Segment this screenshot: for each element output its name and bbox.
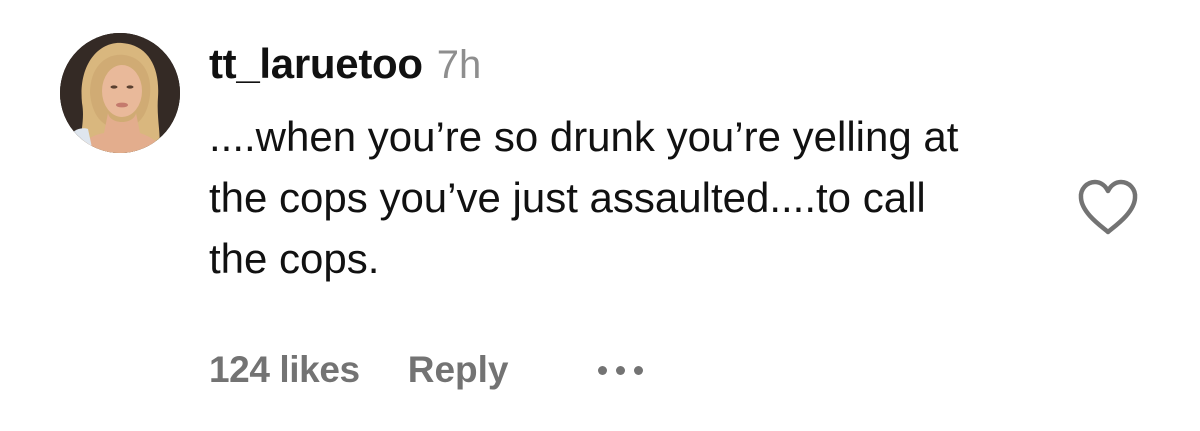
like-button[interactable]	[1076, 178, 1140, 238]
timestamp: 7h	[436, 43, 482, 87]
avatar[interactable]	[60, 33, 180, 153]
comment-actions: 124 likes Reply	[209, 342, 644, 398]
comment-body: tt_laruetoo 7h ....when you’re so drunk …	[209, 40, 1029, 289]
reply-button[interactable]: Reply	[408, 349, 509, 391]
more-horizontal-icon	[616, 365, 626, 375]
heart-outline-icon	[1078, 179, 1138, 235]
more-horizontal-icon	[634, 365, 644, 375]
more-horizontal-icon	[598, 365, 608, 375]
user-avatar-image	[60, 33, 180, 153]
comment-header: tt_laruetoo 7h	[209, 40, 1029, 102]
comment-text: ....when you’re so drunk you’re yelling …	[209, 113, 959, 282]
likes-count[interactable]: 124 likes	[209, 349, 360, 391]
username-link[interactable]: tt_laruetoo	[209, 40, 423, 88]
more-options-button[interactable]	[598, 350, 644, 390]
comment: tt_laruetoo 7h ....when you’re so drunk …	[0, 0, 1200, 431]
